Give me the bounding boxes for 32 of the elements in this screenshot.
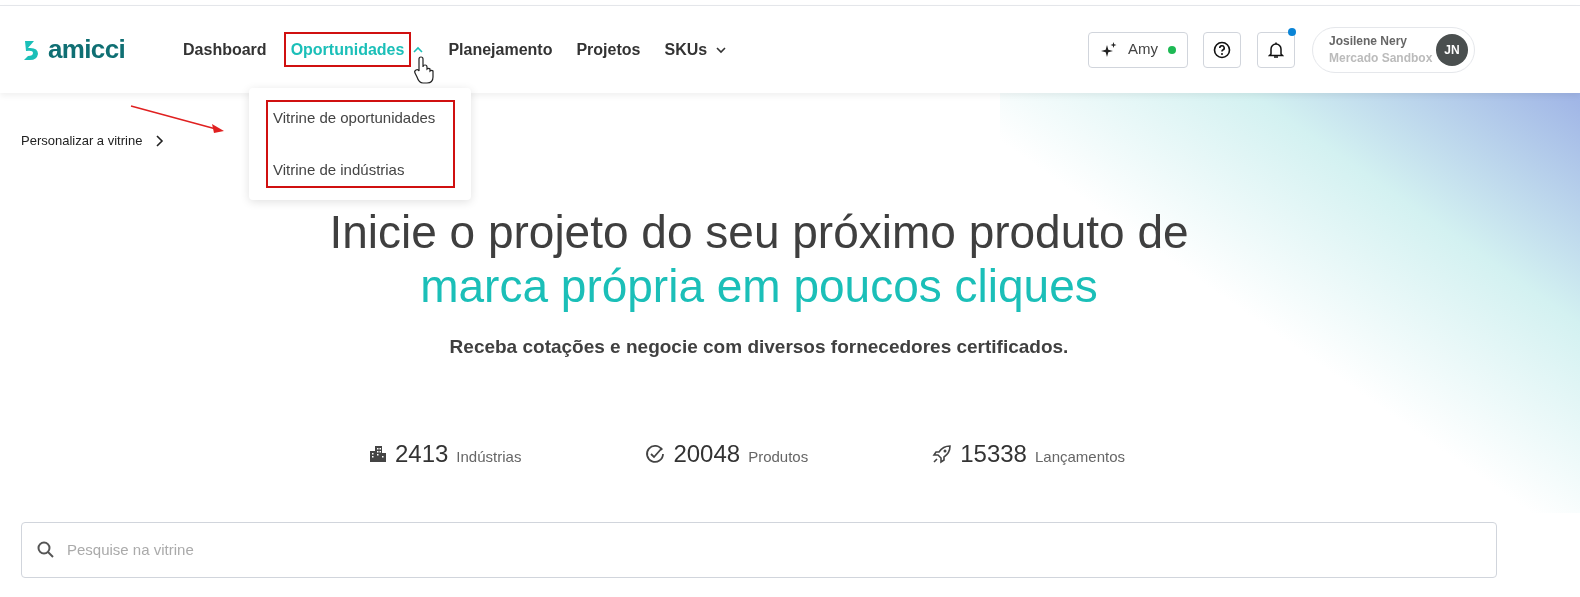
notifications-button[interactable]	[1257, 31, 1295, 68]
hero-title: Inicie o projeto do seu próximo produto de	[328, 205, 1190, 259]
help-button[interactable]	[1203, 31, 1241, 68]
stat-value: 20048	[673, 438, 741, 469]
logo-text: amicci	[48, 33, 126, 66]
hero-subtitle: Receba cotações e negocie com diversos fornecedores certificados.	[448, 335, 1070, 359]
bell-icon	[1268, 40, 1284, 59]
check-circle-icon	[645, 443, 666, 464]
dropdown-item[interactable]: Vitrine de indústrias	[249, 144, 471, 196]
nav-link[interactable]: SKUs	[664, 37, 708, 62]
dropdown-item[interactable]: Vitrine de oportunidades	[249, 92, 471, 144]
help-icon	[1213, 40, 1231, 59]
buildings-icon	[368, 444, 387, 463]
nav-link[interactable]: Planejamento	[448, 37, 553, 62]
search-icon	[37, 540, 55, 559]
customize-link[interactable]: Personalizar a vitrine	[21, 131, 165, 151]
nav-link[interactable]: Projetos	[576, 37, 641, 62]
stat-label: Indústrias	[456, 446, 522, 467]
assistant-button[interactable]: Amy	[1088, 31, 1188, 68]
stat-label: Lançamentos	[1034, 446, 1125, 467]
search-field[interactable]: Pesquise na vitrine	[21, 521, 1497, 578]
stat-value: 2413	[394, 438, 449, 469]
user-name: Josilene Nery	[1329, 32, 1409, 50]
stat-label: Produtos	[748, 446, 809, 467]
stat-value: 15338	[960, 438, 1027, 469]
rocket-icon	[932, 443, 953, 464]
nav-link[interactable]: Dashboard	[183, 37, 267, 62]
hand-cursor-icon	[414, 56, 434, 84]
chevron-right-icon	[154, 134, 165, 148]
hero-title-highlight: marca própria em poucos cliques	[419, 259, 1099, 313]
organization-name: Mercado Sandbox	[1329, 49, 1434, 67]
user-avatar: JN	[1436, 33, 1468, 66]
